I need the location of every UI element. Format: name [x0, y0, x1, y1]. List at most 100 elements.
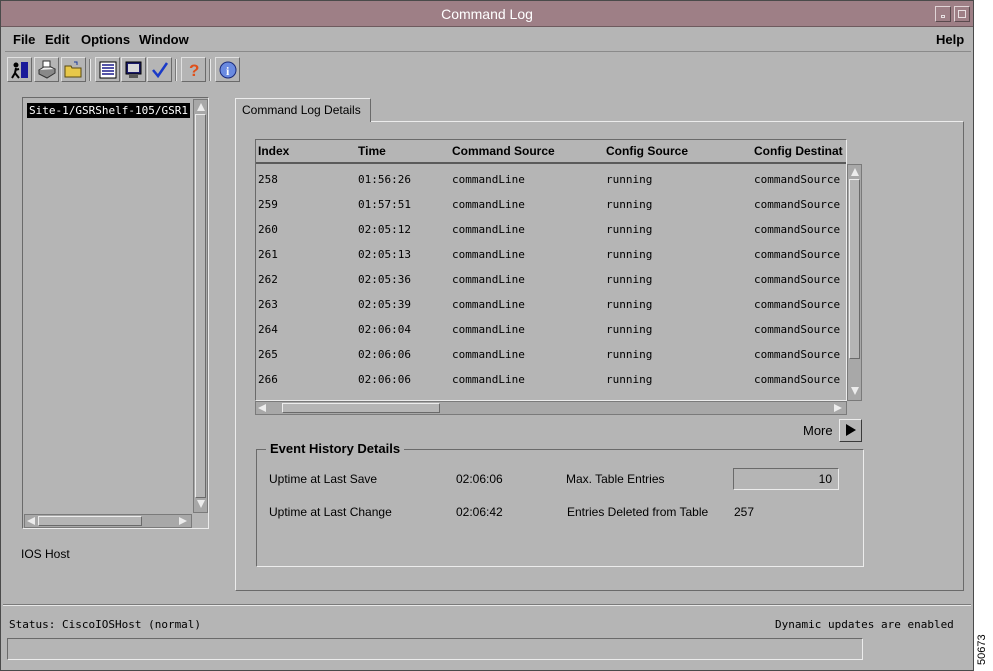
cell-index: 264 — [258, 323, 278, 336]
cell-time: 01:57:51 — [358, 198, 411, 211]
event-history-title: Event History Details — [266, 441, 405, 456]
scroll-up-icon[interactable] — [851, 168, 859, 176]
table-hscroll-thumb[interactable] — [282, 403, 440, 413]
cell-config-destination: commandSource — [754, 373, 841, 386]
menu-file-label: File — [13, 32, 36, 47]
open-button[interactable] — [61, 57, 86, 82]
table-row[interactable]: 259 01:57:51 commandLine running commandSour… — [256, 191, 846, 216]
exit-button[interactable] — [7, 57, 32, 82]
menu-window[interactable]: Window — [139, 32, 189, 47]
open-folder-icon — [64, 61, 81, 77]
menu-help-label: Help — [936, 32, 965, 47]
cell-command-source: commandLine — [452, 198, 525, 211]
tree-horizontal-scrollbar[interactable] — [24, 514, 192, 528]
menu-options-label: Options — [81, 32, 131, 47]
print-button[interactable] — [34, 57, 59, 82]
cell-config-destination: commandSource — [754, 173, 841, 186]
scroll-up-icon[interactable] — [197, 103, 205, 111]
table-row[interactable]: 263 02:05:39 commandLine running commandSour… — [256, 291, 846, 316]
table-row[interactable]: 266 02:06:06 commandLine running commandSour… — [256, 366, 846, 391]
table-row[interactable]: 265 02:06:06 commandLine running commandSour… — [256, 341, 846, 366]
scroll-left-icon[interactable] — [27, 517, 35, 525]
toolbar: ? i — [7, 57, 307, 83]
cell-command-source: commandLine — [452, 223, 525, 236]
tree-view[interactable]: Site-1/GSRShelf-105/GSR1 — [24, 99, 192, 513]
cell-time: 02:05:12 — [358, 223, 411, 236]
table-row[interactable]: 264 02:06:04 commandLine running commandSour… — [256, 316, 846, 341]
cell-config-destination: commandSource — [754, 198, 841, 211]
dynamic-updates-status: Dynamic updates are enabled — [775, 618, 954, 631]
cell-time: 02:05:13 — [358, 248, 411, 261]
table-row[interactable]: 261 02:05:13 commandLine running commandSour… — [256, 241, 846, 266]
table-vertical-scrollbar[interactable] — [847, 164, 862, 401]
table-vscroll-thumb[interactable] — [849, 179, 860, 359]
tree-vertical-scrollbar[interactable] — [193, 99, 208, 513]
menu-help[interactable]: Help — [936, 32, 964, 47]
cell-index: 265 — [258, 348, 278, 361]
cell-command-source: commandLine — [452, 348, 525, 361]
info-button[interactable]: i — [215, 57, 240, 82]
column-header-config-source[interactable]: Config Source — [606, 144, 688, 158]
cell-command-source: commandLine — [452, 323, 525, 336]
column-header-config-destination[interactable]: Config Destinat — [754, 144, 843, 158]
table-row[interactable]: 260 02:05:12 commandLine running commandSour… — [256, 216, 846, 241]
menu-edit-label: Edit — [45, 32, 70, 47]
cell-config-source: running — [606, 198, 653, 211]
play-arrow-icon — [846, 424, 856, 436]
tree-hscroll-thumb[interactable] — [38, 516, 142, 526]
tree-node-selected[interactable]: Site-1/GSRShelf-105/GSR1 — [27, 103, 190, 118]
cell-index: 262 — [258, 273, 278, 286]
scroll-down-icon[interactable] — [197, 500, 205, 508]
cell-config-source: running — [606, 323, 653, 336]
cell-config-destination: commandSource — [754, 348, 841, 361]
table-row[interactable]: 262 02:05:36 commandLine running commandSour… — [256, 266, 846, 291]
cell-config-source: running — [606, 248, 653, 261]
minimize-icon — [941, 15, 945, 18]
menu-options[interactable]: Options — [81, 32, 130, 47]
uptime-last-save-label: Uptime at Last Save — [269, 472, 378, 486]
list-button[interactable] — [95, 57, 120, 82]
checkmark-icon — [151, 61, 168, 78]
minimize-button[interactable] — [935, 6, 951, 22]
command-log-window: Command Log File Edit Options Window Hel… — [0, 0, 974, 671]
figure-number: 50673 — [976, 634, 988, 665]
table-horizontal-scrollbar[interactable] — [255, 401, 847, 415]
monitor-icon — [125, 61, 141, 78]
scroll-left-icon[interactable] — [258, 404, 266, 412]
scroll-down-icon[interactable] — [851, 387, 859, 395]
tree-vscroll-thumb[interactable] — [195, 114, 206, 498]
status-message-box — [7, 638, 863, 660]
cell-time: 02:05:39 — [358, 298, 411, 311]
maximize-button[interactable] — [954, 6, 970, 22]
tab-label: Command Log Details — [242, 103, 361, 117]
table-row[interactable]: 258 01:56:26 commandLine running commandSour… — [256, 166, 846, 191]
status-separator — [3, 604, 971, 606]
exit-icon — [10, 61, 28, 79]
column-header-time[interactable]: Time — [358, 144, 386, 158]
monitor-button[interactable] — [121, 57, 146, 82]
cell-time: 02:06:04 — [358, 323, 411, 336]
cell-config-source: running — [606, 273, 653, 286]
tab-command-log-details[interactable]: Command Log Details — [235, 98, 371, 122]
menu-edit[interactable]: Edit — [45, 32, 70, 47]
title-bar[interactable]: Command Log — [1, 1, 973, 27]
column-header-command-source[interactable]: Command Source — [452, 144, 555, 158]
cell-config-destination: commandSource — [754, 298, 841, 311]
more-button[interactable] — [839, 419, 862, 442]
help-button[interactable]: ? — [181, 57, 206, 82]
more-label: More — [803, 423, 833, 438]
scroll-right-icon[interactable] — [834, 404, 842, 412]
cell-time: 02:06:06 — [358, 348, 411, 361]
info-icon: i — [219, 61, 236, 78]
scroll-right-icon[interactable] — [179, 517, 187, 525]
cell-time: 02:05:36 — [358, 273, 411, 286]
column-header-index[interactable]: Index — [258, 144, 289, 158]
menu-bar: File Edit Options Window Help — [5, 28, 971, 52]
cell-command-source: commandLine — [452, 273, 525, 286]
menu-file[interactable]: File — [13, 32, 35, 47]
entries-deleted-value: 257 — [734, 505, 755, 519]
check-button[interactable] — [147, 57, 172, 82]
uptime-last-save-value: 02:06:06 — [456, 472, 503, 486]
max-table-entries-field[interactable]: 10 — [733, 468, 839, 490]
cell-index: 260 — [258, 223, 278, 236]
